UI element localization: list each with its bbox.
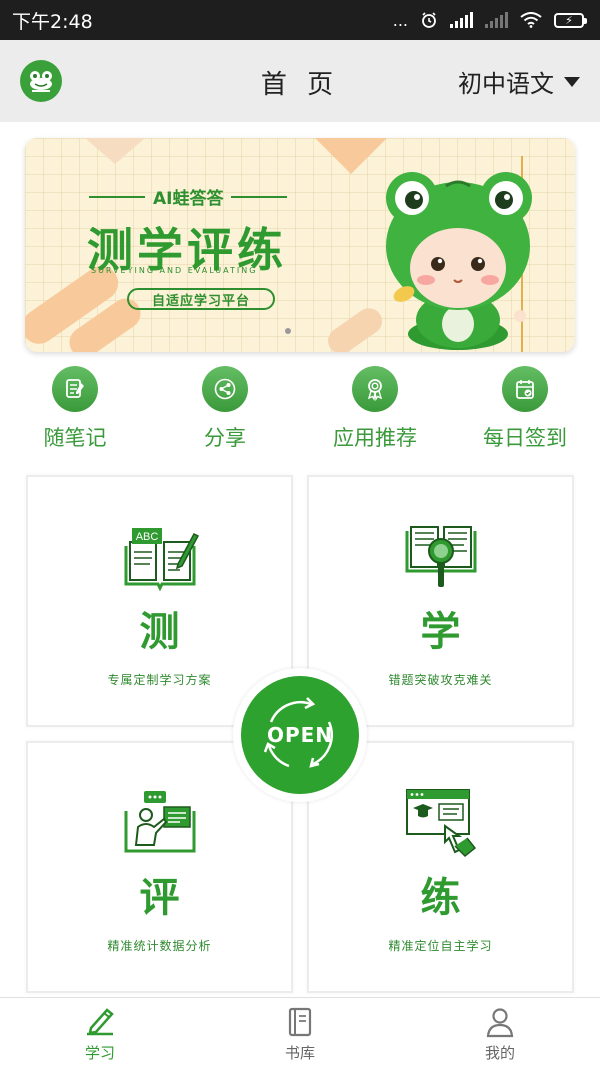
subject-label: 初中语文 [458, 70, 554, 98]
app-header: 首 页 初中语文 [0, 40, 600, 122]
quick-checkin[interactable]: 每日签到 [450, 366, 600, 462]
quick-share[interactable]: 分享 [150, 366, 300, 462]
teacher-board-icon [120, 787, 200, 859]
frog-mascot-icon [386, 156, 532, 352]
signal-2-icon [485, 12, 508, 28]
person-icon [486, 1008, 514, 1038]
card-test-char: 测 [139, 609, 180, 655]
book-magnifier-icon [401, 521, 481, 593]
card-test-desc: 专属定制学习方案 [107, 673, 212, 687]
tab-mine-label: 我的 [484, 1044, 515, 1062]
tab-mine[interactable]: 我的 [400, 998, 600, 1067]
wifi-icon [520, 12, 542, 28]
battery-icon: ⚡ [554, 12, 587, 28]
tab-study-label: 学习 [84, 1044, 115, 1062]
browser-click-icon [401, 787, 481, 859]
notebook-icon [52, 366, 98, 412]
tab-library[interactable]: 书库 [200, 998, 400, 1067]
card-practice-char: 练 [420, 875, 461, 921]
quick-share-label: 分享 [204, 426, 246, 450]
open-button-label: OPEN [266, 723, 334, 747]
divider [231, 195, 288, 198]
award-icon [352, 366, 398, 412]
banner-subtitle: AI蛙答答 [153, 189, 224, 209]
card-evaluate-desc: 精准统计数据分析 [107, 939, 212, 953]
subject-selector[interactable]: 初中语文 [458, 64, 580, 99]
quick-checkin-label: 每日签到 [483, 426, 567, 450]
divider [89, 195, 145, 198]
more-dots: ... [392, 10, 408, 30]
status-icons: ... ⚡ [392, 10, 587, 30]
alarm-icon [422, 12, 436, 28]
caret-down-icon [564, 76, 580, 87]
signal-icon [450, 12, 473, 28]
quick-recommend-label: 应用推荐 [333, 426, 417, 450]
card-learn-char: 学 [420, 609, 461, 655]
status-bar: 下午2:48 ... ⚡ [0, 0, 600, 40]
abc-book-pencil-icon: ABC [120, 521, 200, 593]
status-time: 下午2:48 [12, 10, 93, 33]
bottom-tab-bar: 学习 书库 我的 [0, 997, 600, 1067]
banner-pill: 自适应学习平台 [127, 288, 275, 310]
pencil-icon [87, 1008, 114, 1036]
svg-text:ABC: ABC [135, 531, 158, 543]
share-icon [202, 366, 248, 412]
book-icon [288, 1007, 312, 1037]
tab-study[interactable]: 学习 [0, 998, 200, 1067]
card-learn-desc: 错题突破攻克难关 [388, 673, 493, 687]
calendar-check-icon [502, 366, 548, 412]
banner-subtitle-row: AI蛙答答 [89, 184, 288, 209]
tab-library-label: 书库 [284, 1044, 315, 1062]
banner-english: SURVEYING AND EVALUATING [91, 266, 258, 275]
decor-triangle [85, 138, 145, 164]
main-content: AI蛙答答 测 学评 练 SURVEYING AND EVALUATING 自适应学… [0, 122, 600, 997]
quick-notes[interactable]: 随笔记 [0, 366, 150, 462]
card-practice-desc: 精准定位自主学习 [388, 939, 493, 953]
carousel-indicator [285, 328, 291, 334]
quick-actions: 随笔记 分享 应用推荐 每日签到 [0, 366, 600, 462]
card-evaluate-char: 评 [139, 875, 180, 921]
quick-recommend[interactable]: 应用推荐 [300, 366, 450, 462]
promo-banner[interactable]: AI蛙答答 测学评练 SURVEYING AND EVALUATING 自适应学… [25, 138, 575, 352]
quick-notes-label: 随笔记 [43, 426, 107, 450]
